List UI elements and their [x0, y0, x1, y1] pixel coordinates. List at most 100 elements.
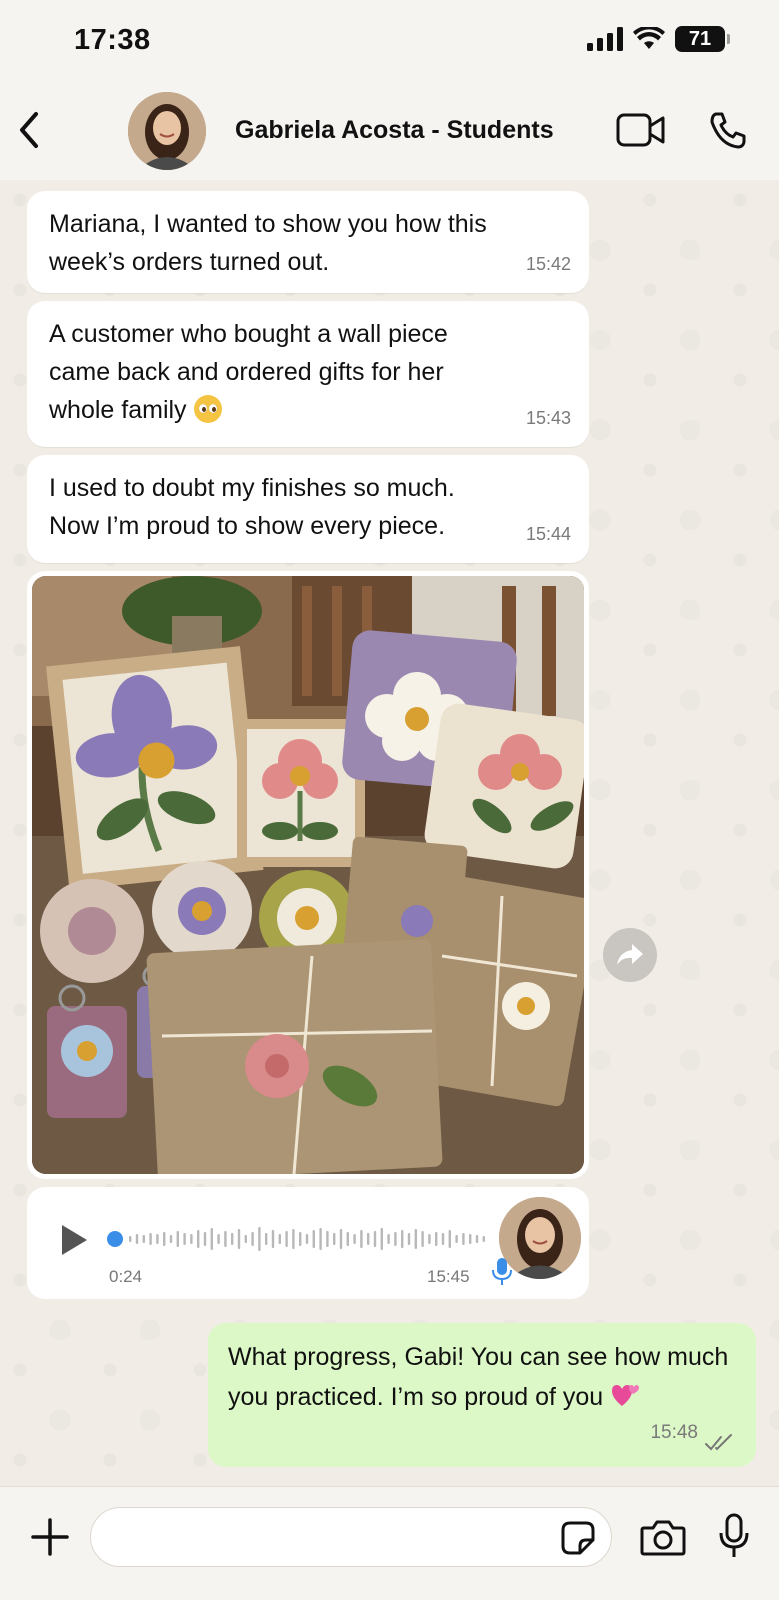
waveform-bar	[469, 1234, 472, 1244]
voice-duration: 0:24	[109, 1267, 143, 1286]
waveform-bar	[333, 1233, 336, 1245]
waveform-bar	[353, 1234, 356, 1244]
signal-icon	[587, 27, 623, 51]
video-call-icon[interactable]	[616, 112, 666, 148]
waveform-bar	[149, 1233, 152, 1245]
waveform-bar	[373, 1231, 377, 1247]
waveform-bar	[448, 1230, 451, 1248]
waveform-bar	[360, 1230, 363, 1248]
back-icon[interactable]	[14, 108, 44, 152]
crafts-photo[interactable]	[32, 576, 584, 1174]
waveform-bar	[435, 1232, 438, 1246]
waveform-bar	[135, 1234, 139, 1244]
message-text-line: came back and ordered gifts for her	[49, 358, 444, 386]
waveform-bar	[292, 1229, 295, 1249]
waveform-bar	[441, 1233, 445, 1245]
waveform-bar	[367, 1233, 370, 1245]
message-time: 15:42	[525, 254, 571, 274]
message-text-line: Now I’m proud to show every piece.	[49, 512, 446, 540]
incoming-message[interactable]: Mariana, I wanted to show you how this w…	[27, 191, 589, 293]
waveform-bar	[176, 1231, 179, 1247]
read-ticks-icon	[705, 1434, 732, 1451]
waveform-bar	[271, 1230, 275, 1248]
phone-icon[interactable]	[708, 110, 748, 150]
incoming-message[interactable]: A customer who bought a wall piece came …	[27, 301, 589, 447]
message-text-line: you practiced. I’m so proud of you	[228, 1383, 604, 1411]
waveform-bar	[278, 1234, 281, 1244]
waveform-bar	[183, 1233, 186, 1245]
waveform-bar	[197, 1230, 200, 1248]
waveform-bar	[169, 1235, 173, 1243]
pleading-face-emoji	[193, 395, 222, 423]
mic-icon	[492, 1258, 512, 1285]
forward-icon	[617, 944, 643, 965]
waveform-bar	[265, 1233, 268, 1245]
waveform-bar	[190, 1234, 193, 1244]
voice-message[interactable]: 0:24 15:45	[27, 1187, 589, 1299]
camera-icon[interactable]	[640, 1518, 686, 1556]
battery-indicator: 71	[675, 26, 730, 52]
waveform-bar	[455, 1235, 458, 1243]
waveform-bar	[217, 1234, 220, 1244]
input-bar	[0, 1486, 779, 1600]
waveform-bar	[285, 1231, 288, 1247]
chat-header: Gabriela Acosta - Students	[0, 80, 779, 180]
status-time: 17:38	[74, 24, 151, 56]
waveform-bar	[210, 1228, 213, 1250]
message-text-line: week’s orders turned out.	[49, 248, 330, 276]
contact-name[interactable]: Gabriela Acosta - Students	[235, 116, 554, 145]
waveform-bar	[326, 1231, 329, 1247]
waveform-bar	[163, 1232, 166, 1246]
two-hearts-emoji	[612, 1385, 640, 1406]
contact-avatar[interactable]	[128, 92, 206, 170]
waveform-bar	[462, 1233, 465, 1245]
mic-icon[interactable]	[718, 1513, 750, 1559]
status-icons: 71	[587, 26, 730, 52]
waveform-bar	[339, 1229, 343, 1249]
waveform-bar	[237, 1229, 241, 1249]
message-text-line: Mariana, I wanted to show you how this	[49, 210, 487, 238]
message-text-line: I used to doubt my finishes so much.	[49, 474, 455, 502]
waveform-bar	[407, 1233, 411, 1245]
voice-waveform[interactable]	[107, 1219, 502, 1259]
sticker-icon[interactable]	[560, 1520, 596, 1556]
waveform-bar	[251, 1232, 254, 1246]
waveform-bar	[142, 1235, 145, 1243]
waveform-scrubber[interactable]	[107, 1231, 123, 1247]
incoming-message[interactable]: I used to doubt my finishes so much. Now…	[27, 455, 589, 563]
waveform-bar	[156, 1234, 159, 1244]
waveform-bar	[129, 1236, 132, 1242]
waveform-bar	[258, 1227, 261, 1251]
message-input[interactable]	[90, 1507, 612, 1567]
waveform-bar	[312, 1230, 315, 1248]
waveform-bar	[346, 1232, 349, 1246]
waveform-bar	[475, 1235, 479, 1243]
waveform-bar	[244, 1235, 247, 1243]
wifi-icon	[633, 27, 665, 49]
message-time: 15:48	[650, 1422, 698, 1443]
waveform-bar	[421, 1231, 424, 1247]
message-text-line: A customer who bought a wall piece	[49, 320, 448, 348]
message-time: 15:44	[525, 524, 571, 544]
waveform-bar	[387, 1234, 390, 1244]
message-text-line: whole family	[49, 396, 187, 424]
waveform-bar	[319, 1228, 322, 1250]
waveform-bar	[231, 1233, 234, 1245]
waveform-bar	[394, 1232, 397, 1246]
status-bar: 17:38 71	[0, 0, 779, 80]
waveform-bar	[203, 1232, 207, 1246]
waveform-bar	[299, 1232, 302, 1246]
message-time: 15:43	[525, 408, 571, 428]
waveform-bar	[380, 1228, 383, 1250]
play-icon[interactable]	[59, 1223, 89, 1257]
outgoing-message[interactable]: What progress, Gabi! You can see how muc…	[208, 1323, 756, 1467]
waveform-bar	[414, 1229, 417, 1249]
waveform-bar	[428, 1234, 431, 1244]
photo-message[interactable]	[27, 571, 589, 1179]
message-text-line: What progress, Gabi! You can see how muc…	[228, 1343, 729, 1371]
plus-icon[interactable]	[30, 1517, 70, 1557]
waveform-bar	[224, 1231, 227, 1247]
waveform-bar	[482, 1236, 485, 1242]
message-time: 15:45	[427, 1267, 470, 1286]
forward-button[interactable]	[603, 928, 657, 982]
